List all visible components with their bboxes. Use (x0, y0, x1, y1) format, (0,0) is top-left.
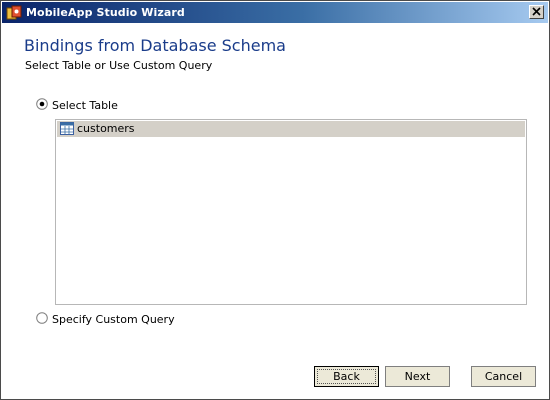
table-list[interactable]: customers (55, 119, 527, 305)
table-name: customers (77, 122, 135, 135)
select-table-radio[interactable] (36, 98, 48, 110)
back-button[interactable]: Back (314, 366, 379, 387)
page-subtitle: Select Table or Use Custom Query (25, 59, 213, 72)
title-bar[interactable]: MobileApp Studio Wizard (2, 2, 548, 23)
custom-query-radio[interactable] (36, 312, 48, 324)
close-button[interactable] (529, 5, 544, 19)
next-button-label: Next (404, 370, 431, 383)
select-table-label[interactable]: Select Table (52, 99, 118, 112)
table-list-item-customers[interactable]: customers (57, 121, 525, 137)
table-icon (60, 122, 74, 135)
close-icon (532, 7, 541, 16)
next-button[interactable]: Next (385, 366, 450, 387)
window-title: MobileApp Studio Wizard (26, 6, 185, 19)
custom-query-label[interactable]: Specify Custom Query (52, 313, 175, 326)
cancel-button[interactable]: Cancel (471, 366, 536, 387)
cancel-button-label: Cancel (484, 370, 523, 383)
wizard-window: MobileApp Studio Wizard Bindings from Da… (0, 0, 550, 400)
page-title: Bindings from Database Schema (24, 36, 286, 55)
focus-rectangle (317, 369, 376, 384)
app-icon (6, 5, 22, 20)
